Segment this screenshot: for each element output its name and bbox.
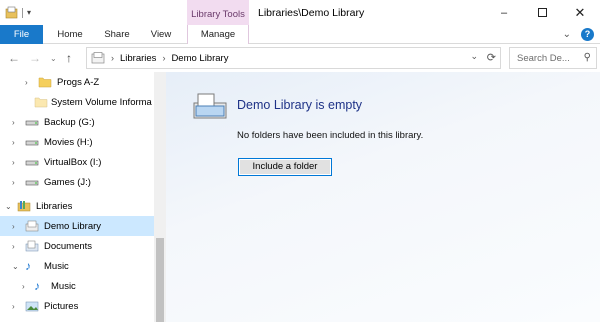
recent-locations-icon[interactable]: ⌄ (50, 54, 57, 63)
drive-icon (25, 140, 39, 146)
forward-arrow-icon[interactable]: → (29, 51, 41, 65)
help-icon[interactable]: ? (581, 28, 594, 41)
library-icon[interactable] (5, 6, 18, 19)
include-folder-button[interactable]: Include a folder (238, 158, 332, 176)
nav-item-label: Music (51, 280, 76, 292)
nav-item-label: Backup (G:) (44, 116, 95, 128)
expand-chevron-icon[interactable]: › (12, 138, 15, 147)
back-arrow-icon[interactable]: ← (8, 51, 20, 65)
expand-chevron-icon[interactable]: › (22, 282, 25, 291)
context-tab-label: Library Tools (187, 0, 249, 25)
nav-item-demo-library[interactable]: › Demo Library (0, 216, 154, 236)
nav-item-documents[interactable]: › Documents (0, 236, 154, 256)
music-icon: ♪ (25, 259, 31, 273)
navigation-bar: ← → ⌄ ↑ › Libraries › Demo Library ⌄ ⟳ S… (0, 45, 600, 72)
expand-chevron-icon[interactable]: › (12, 118, 15, 127)
nav-item-music-folder[interactable]: › ♪ Music (0, 276, 154, 296)
nav-item-system-volume-information[interactable]: System Volume Informa (0, 92, 154, 112)
tab-file[interactable]: File (0, 25, 43, 44)
nav-item-games-j[interactable]: › Games (J:) (0, 172, 154, 192)
nav-item-virtualbox-i[interactable]: › VirtualBox (I:) (0, 152, 154, 172)
maximize-button[interactable] (524, 0, 560, 25)
address-dropdown-icon[interactable]: ⌄ (470, 51, 478, 62)
maximize-icon (537, 8, 547, 17)
breadcrumb-chevron-icon[interactable]: › (111, 53, 114, 63)
tab-manage[interactable]: Manage (187, 25, 249, 44)
search-icon[interactable]: ⚲ (584, 52, 591, 63)
folder-icon (34, 97, 48, 108)
expand-chevron-icon[interactable]: › (12, 222, 15, 231)
customize-toolbar-icon[interactable]: ▾ (27, 8, 31, 17)
close-icon: ✕ (574, 4, 586, 20)
drive-icon (25, 160, 39, 166)
expand-chevron-icon[interactable]: › (12, 178, 15, 187)
breadcrumb-demo-library[interactable]: Demo Library (171, 53, 228, 64)
nav-item-label: Progs A-Z (57, 76, 100, 88)
nav-item-music[interactable]: ⌄ ♪ Music (0, 256, 154, 276)
nav-pane-scrollbar[interactable] (154, 72, 166, 322)
expand-chevron-icon[interactable]: › (12, 302, 15, 311)
music-icon: ♪ (34, 279, 40, 293)
documents-icon (25, 240, 39, 252)
tab-home[interactable]: Home (53, 25, 87, 44)
nav-item-libraries[interactable]: ⌄ Libraries (0, 196, 154, 216)
search-box[interactable]: Search De... ⚲ (509, 47, 597, 69)
folder-icon (38, 77, 52, 88)
nav-item-label: Libraries (36, 200, 73, 212)
nav-item-label: Music (44, 260, 69, 272)
empty-library-title: Demo Library is empty (237, 98, 363, 112)
nav-item-movies-h[interactable]: › Movies (H:) (0, 132, 154, 152)
breadcrumb-libraries[interactable]: Libraries (120, 53, 156, 64)
minimize-icon: – (500, 6, 508, 19)
ribbon-tabs: File Home Share View Manage ⌄ ? (0, 25, 600, 44)
toolbar-separator (22, 7, 23, 18)
nav-item-label: Movies (H:) (44, 136, 93, 148)
library-icon (17, 201, 31, 212)
nav-item-pictures[interactable]: › Pictures (0, 296, 154, 316)
collapse-chevron-icon[interactable]: ⌄ (5, 202, 12, 211)
expand-chevron-icon[interactable]: › (12, 242, 15, 251)
nav-item-label: System Volume Informa (51, 96, 152, 108)
search-placeholder: Search De... (517, 53, 570, 64)
nav-item-label: Pictures (44, 300, 79, 312)
tab-view[interactable]: View (144, 25, 178, 44)
title-bar: ▾ Library Tools Libraries\Demo Library –… (0, 0, 600, 25)
content-pane: Demo Library is empty No folders have be… (166, 72, 600, 322)
navigation-pane: › Progs A-Z System Volume Informa › Back… (0, 72, 166, 322)
window-title: Libraries\Demo Library (258, 7, 365, 19)
library-location-icon (91, 52, 105, 64)
close-button[interactable]: ✕ (562, 0, 598, 25)
minimize-button[interactable]: – (486, 0, 522, 25)
empty-library-description: No folders have been included in this li… (237, 130, 424, 141)
address-bar[interactable]: › Libraries › Demo Library ⌄ ⟳ (86, 47, 501, 69)
expand-ribbon-icon[interactable]: ⌄ (563, 29, 571, 40)
up-arrow-icon[interactable]: ↑ (66, 51, 72, 65)
scrollbar-thumb[interactable] (156, 238, 164, 322)
collapse-chevron-icon[interactable]: ⌄ (12, 262, 19, 271)
quick-access-toolbar: ▾ (5, 6, 31, 19)
breadcrumb-chevron-icon[interactable]: › (162, 53, 165, 63)
drive-icon (25, 180, 39, 186)
expand-chevron-icon[interactable]: › (25, 78, 28, 87)
drive-icon (25, 120, 39, 126)
nav-item-label: VirtualBox (I:) (44, 156, 102, 168)
library-doc-icon (193, 93, 227, 119)
nav-item-backup-g[interactable]: › Backup (G:) (0, 112, 154, 132)
library-doc-icon (25, 220, 39, 232)
nav-item-label: Games (J:) (44, 176, 91, 188)
refresh-icon[interactable]: ⟳ (487, 51, 496, 64)
tab-share[interactable]: Share (100, 25, 134, 44)
nav-item-label: Documents (44, 240, 93, 252)
expand-chevron-icon[interactable]: › (12, 158, 15, 167)
nav-item-progs-a-z[interactable]: › Progs A-Z (0, 72, 154, 92)
pictures-icon (25, 301, 39, 312)
nav-item-label: Demo Library (44, 220, 102, 232)
ribbon-controls: ⌄ ? (563, 28, 594, 41)
